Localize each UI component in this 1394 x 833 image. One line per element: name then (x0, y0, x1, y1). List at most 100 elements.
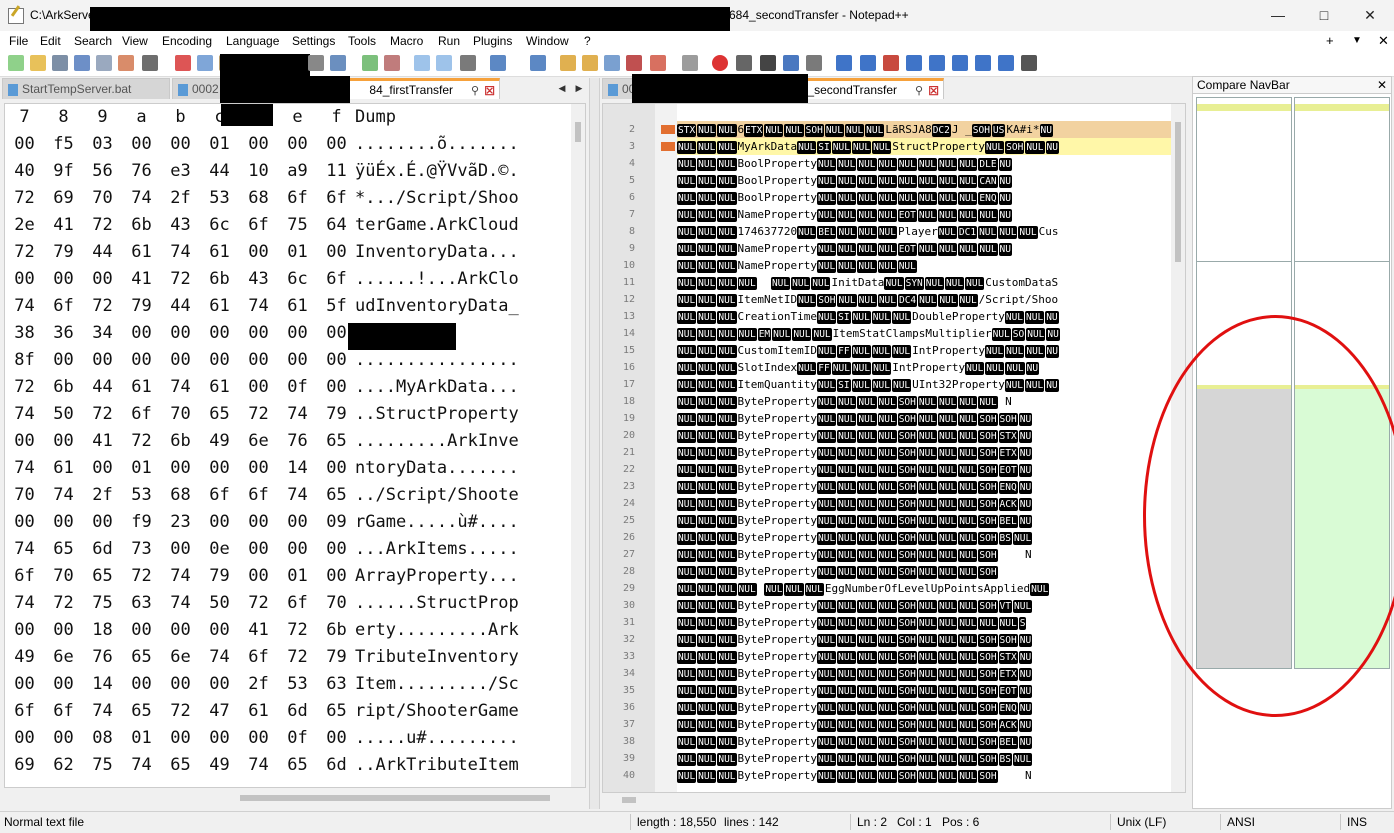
hex-byte[interactable]: 00 (239, 563, 278, 590)
hex-byte[interactable]: 70 (83, 185, 122, 212)
hex-byte[interactable]: 00 (239, 239, 278, 266)
code-line[interactable]: NUL NUL NUL BytePropertyNUL NUL NUL NUL SOH NUL N… (677, 682, 1173, 699)
hex-byte[interactable]: 6b (161, 428, 200, 455)
hex-byte[interactable]: 61 (200, 293, 239, 320)
hex-byte[interactable]: 6e (44, 644, 83, 671)
hex-byte[interactable]: 6d (83, 536, 122, 563)
hex-byte[interactable]: 00 (44, 266, 83, 293)
hex-byte[interactable]: 08 (83, 725, 122, 752)
menu-settings[interactable]: Settings (292, 34, 335, 48)
hex-byte[interactable]: 6b (122, 212, 161, 239)
run-macro-multiple-icon[interactable] (783, 55, 799, 71)
hex-dump-text[interactable]: *.../Script/Shoo (355, 185, 519, 212)
hex-byte[interactable]: 43 (239, 266, 278, 293)
hex-byte[interactable]: 74 (278, 401, 317, 428)
menu-language[interactable]: Language (226, 34, 279, 48)
hex-byte[interactable]: 8f (5, 347, 44, 374)
hex-byte[interactable]: 44 (200, 158, 239, 185)
hex-byte[interactable]: 00 (122, 347, 161, 374)
close-all-icon[interactable] (118, 55, 134, 71)
code-line[interactable]: NUL NUL NUL BytePropertyNUL NUL NUL NUL SOH NUL N… (677, 665, 1173, 682)
hex-byte[interactable]: 50 (44, 401, 83, 428)
hex-byte[interactable]: 79 (122, 293, 161, 320)
hex-byte[interactable]: 00 (161, 617, 200, 644)
monitoring-icon[interactable] (682, 55, 698, 71)
clear-compare-icon[interactable] (883, 55, 899, 71)
hex-byte[interactable]: 01 (122, 455, 161, 482)
hex-dump-text[interactable]: ArrayProperty... (355, 563, 519, 590)
hex-byte[interactable]: 50 (200, 590, 239, 617)
code-line[interactable]: NUL NUL NUL NUL EM NUL NUL NUL ItemStatClampsMul… (677, 325, 1173, 342)
hex-byte[interactable]: 00 (161, 455, 200, 482)
tab-transfer-file[interactable]: 0002 (172, 78, 222, 99)
hex-byte[interactable]: 75 (83, 752, 122, 779)
open-file-icon[interactable] (30, 55, 46, 71)
status-insert-mode[interactable]: INS (1347, 815, 1367, 829)
text-editor-pane[interactable]: 2 STX NUL NUL 6ETX NUL NUL SOH NUL NUL NUL LãRSJA8D… (602, 103, 1186, 793)
hex-byte[interactable]: 74 (161, 563, 200, 590)
hex-byte[interactable]: 74 (5, 455, 44, 482)
hex-byte[interactable]: 6f (239, 482, 278, 509)
hex-byte[interactable]: 53 (278, 671, 317, 698)
editor-horizontal-scrollbar[interactable] (602, 793, 1186, 807)
hex-byte[interactable]: 01 (122, 725, 161, 752)
hex-byte[interactable]: 00 (317, 374, 356, 401)
hex-byte[interactable]: 00 (317, 239, 356, 266)
hex-byte[interactable]: 00 (239, 536, 278, 563)
hex-byte[interactable]: 44 (161, 293, 200, 320)
sync-horizontal-icon[interactable] (436, 55, 452, 71)
code-line[interactable]: NUL NUL NUL BytePropertyNUL NUL NUL NUL SOH NUL N… (677, 563, 1173, 580)
hex-byte[interactable]: 01 (200, 131, 239, 158)
hex-byte[interactable]: 47 (200, 698, 239, 725)
hex-byte[interactable]: 00 (122, 617, 161, 644)
hex-dump-text[interactable]: ntoryData....... (355, 455, 519, 482)
hex-byte[interactable]: 61 (200, 374, 239, 401)
hex-byte[interactable]: 65 (122, 644, 161, 671)
hex-byte[interactable]: 61 (239, 698, 278, 725)
hex-byte[interactable]: 74 (122, 185, 161, 212)
hex-byte[interactable]: 38 (5, 320, 44, 347)
hex-byte[interactable]: 65 (317, 428, 356, 455)
code-line[interactable]: NUL NUL NUL BytePropertyNUL NUL NUL NUL SOH NUL N… (677, 410, 1173, 427)
hex-byte[interactable]: 00 (5, 266, 44, 293)
hex-byte[interactable]: 74 (200, 644, 239, 671)
code-line[interactable]: NUL NUL NUL BytePropertyNUL NUL NUL NUL SOH NUL N… (677, 648, 1173, 665)
hex-byte[interactable]: 6b (44, 374, 83, 401)
hex-byte[interactable]: 72 (122, 428, 161, 455)
hex-byte[interactable]: 00 (122, 320, 161, 347)
code-line[interactable]: NUL NUL NUL BytePropertyNUL NUL NUL NUL SOH NUL N… (677, 597, 1173, 614)
code-line[interactable]: NUL NUL NUL BytePropertyNUL NUL NUL NUL SOH NUL N… (677, 699, 1173, 716)
hex-byte[interactable]: 6f (317, 266, 356, 293)
code-line[interactable]: NUL NUL NUL BytePropertyNUL NUL NUL NUL SOH NUL N… (677, 750, 1173, 767)
zoom-out-icon[interactable] (384, 55, 400, 71)
hex-byte[interactable]: 0e (200, 536, 239, 563)
hex-dump-text[interactable]: terGame.ArkCloud (355, 212, 519, 239)
hex-byte[interactable]: 00 (239, 131, 278, 158)
hex-byte[interactable]: 63 (122, 590, 161, 617)
hex-dump-text[interactable]: udInventoryData_ (355, 293, 519, 320)
hex-byte[interactable]: 00 (317, 536, 356, 563)
hex-dump-text[interactable]: ..ArkTributeItem (355, 752, 519, 779)
hex-byte[interactable]: 75 (278, 212, 317, 239)
hex-byte[interactable]: 00 (161, 725, 200, 752)
show-all-chars-icon[interactable] (490, 55, 506, 71)
scroll-thumb[interactable] (622, 797, 636, 803)
window-close-button[interactable]: ✕ (1347, 0, 1393, 31)
hex-byte[interactable]: 68 (239, 185, 278, 212)
hex-byte[interactable]: 74 (161, 239, 200, 266)
hex-horizontal-scrollbar[interactable] (4, 789, 586, 807)
hex-byte[interactable]: 6c (200, 212, 239, 239)
hex-byte[interactable]: 00 (5, 617, 44, 644)
code-line[interactable]: NUL NUL NUL BoolPropertyNUL NUL NUL NUL NUL NUL N… (677, 172, 1173, 189)
hex-byte[interactable]: 65 (44, 536, 83, 563)
hex-byte[interactable]: 53 (122, 482, 161, 509)
doc-list-icon[interactable] (604, 55, 620, 71)
editor-vertical-scrollbar[interactable] (1171, 104, 1185, 792)
hex-byte[interactable]: 64 (317, 212, 356, 239)
hex-byte[interactable]: 76 (278, 428, 317, 455)
minimize-button[interactable]: — (1255, 0, 1301, 31)
hex-byte[interactable]: 49 (200, 752, 239, 779)
hex-byte[interactable]: 6f (239, 644, 278, 671)
hex-byte[interactable]: 00 (44, 509, 83, 536)
copy-icon[interactable] (197, 55, 213, 71)
